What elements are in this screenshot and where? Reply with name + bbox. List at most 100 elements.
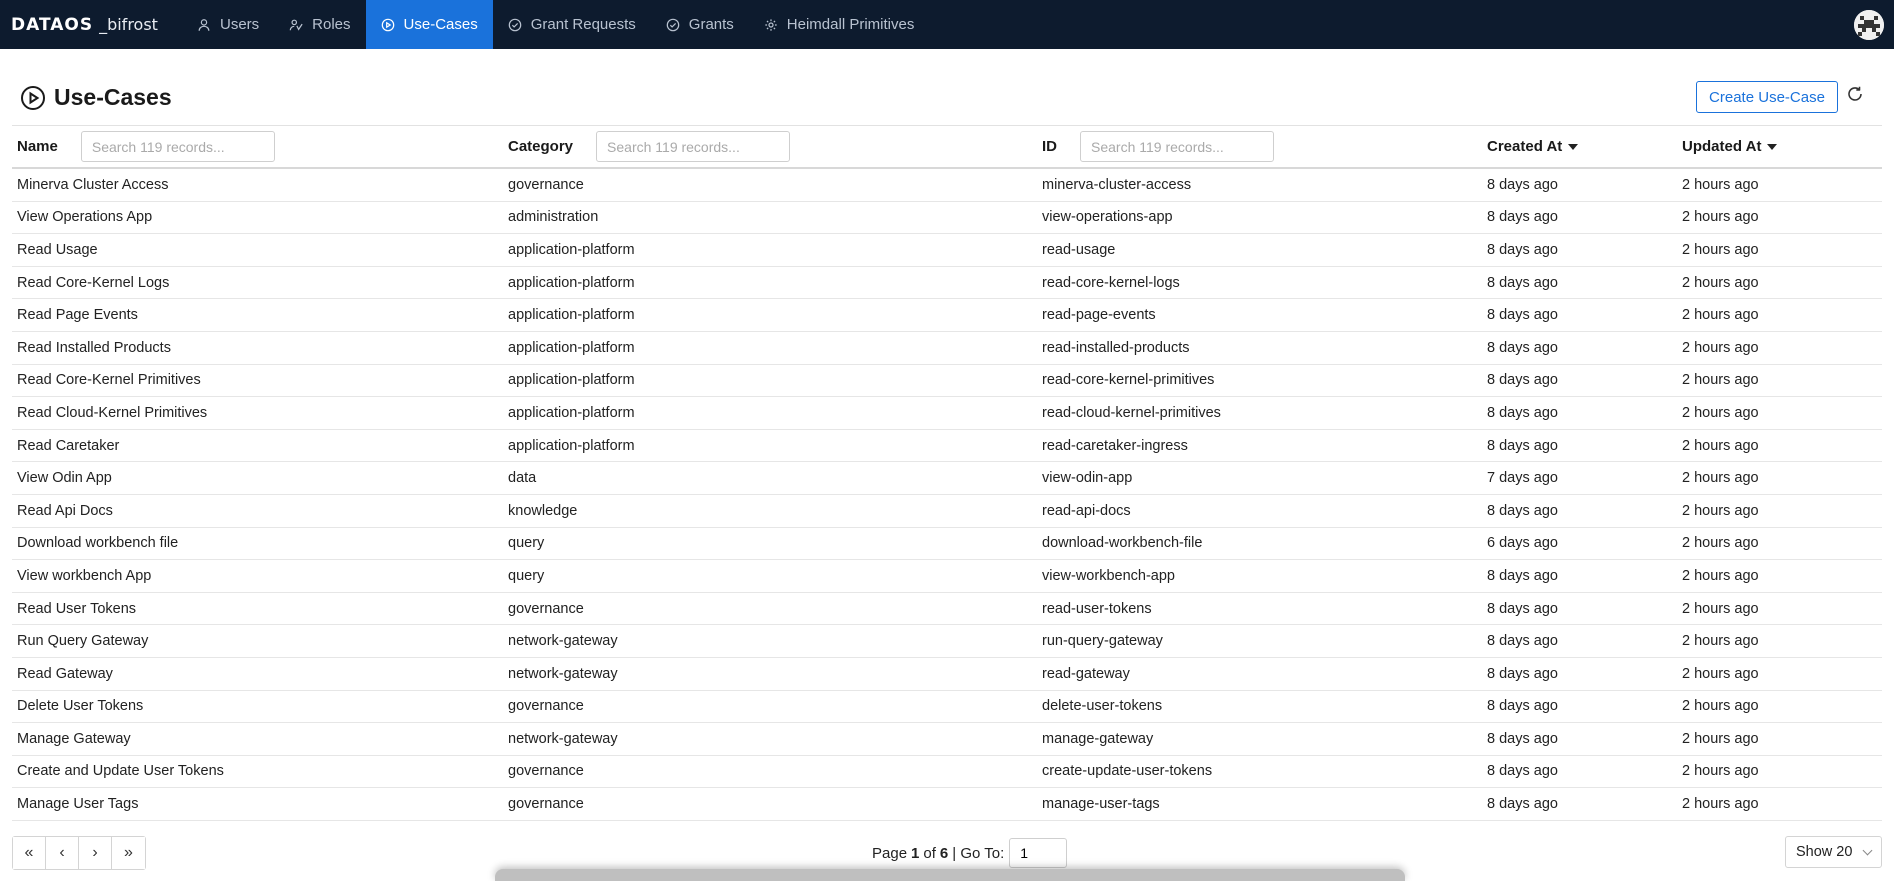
next-page-button[interactable]: › xyxy=(79,837,112,869)
table-row[interactable]: View Odin App data view-odin-app 7 days ago… xyxy=(12,462,1882,495)
table-row[interactable]: Create and Update User Tokens governance c… xyxy=(12,756,1882,789)
cell-name: View workbench App xyxy=(17,567,152,584)
cell-name: Create and Update User Tokens xyxy=(17,763,224,780)
cell-name: Manage Gateway xyxy=(17,730,131,747)
cell-id: view-operations-app xyxy=(1042,209,1173,226)
cell-name: View Odin App xyxy=(17,470,112,487)
cell-category: application-platform xyxy=(508,274,635,291)
cell-created-at: 8 days ago xyxy=(1487,209,1558,226)
table-row[interactable]: Read Cloud-Kernel Primitives application-… xyxy=(12,397,1882,430)
table-row[interactable]: Delete User Tokens governance delete-user-… xyxy=(12,691,1882,724)
cell-category: governance xyxy=(508,600,584,617)
nav-item-label: Heimdall Primitives xyxy=(786,16,915,33)
cell-created-at: 8 days ago xyxy=(1487,339,1558,356)
cell-updated-at: 2 hours ago xyxy=(1682,274,1759,291)
cell-id: minerva-cluster-access xyxy=(1042,176,1192,193)
table-row[interactable]: Read Gateway network-gateway read-gateway 8… xyxy=(12,658,1882,691)
cell-updated-at: 2 hours ago xyxy=(1682,470,1759,487)
cell-id: read-page-events xyxy=(1042,307,1156,324)
table-row[interactable]: View Operations App administration view-op… xyxy=(12,202,1882,235)
refresh-icon[interactable] xyxy=(1846,85,1864,103)
logo-text: DATAOS xyxy=(11,14,94,35)
column-header-name: Name xyxy=(12,131,503,162)
app-logo[interactable]: DATAOS _bifrost xyxy=(0,15,182,35)
cell-id: read-core-kernel-logs xyxy=(1042,274,1180,291)
cell-created-at: 8 days ago xyxy=(1487,698,1558,715)
cell-name: Manage User Tags xyxy=(17,796,139,813)
name-search-input[interactable] xyxy=(80,131,275,162)
cell-created-at: 8 days ago xyxy=(1487,600,1558,617)
table-row[interactable]: Manage User Tags governance manage-user-ta… xyxy=(12,788,1882,821)
table-row[interactable]: Read Caretaker application-platform read-c… xyxy=(12,430,1882,463)
cell-name: Read Cloud-Kernel Primitives xyxy=(17,404,208,421)
cell-created-at: 8 days ago xyxy=(1487,567,1558,584)
previous-page-button[interactable]: ‹ xyxy=(46,837,79,869)
check-circle-icon xyxy=(666,18,680,31)
of-label: of xyxy=(923,844,936,862)
cell-category: query xyxy=(508,535,545,552)
goto-label: | Go To: xyxy=(952,844,1005,862)
user-icon xyxy=(198,18,210,31)
nav-item-use-cases[interactable]: Use-Cases xyxy=(365,0,493,49)
table-footer: « ‹ › » Page 1 of 6 | Go To: Show 20 xyxy=(12,836,1882,870)
create-use-case-button[interactable]: Create Use-Case xyxy=(1696,81,1838,113)
table-row[interactable]: Manage Gateway network-gateway manage-gate… xyxy=(12,723,1882,756)
table-row[interactable]: Read Page Events application-platform read… xyxy=(12,299,1882,332)
table-row[interactable]: View workbench App query view-workbench-ap… xyxy=(12,560,1882,593)
cell-created-at: 6 days ago xyxy=(1487,535,1558,552)
sort-desc-icon xyxy=(1568,144,1579,150)
last-page-button[interactable]: » xyxy=(112,837,145,869)
column-header-created-at[interactable]: Created At xyxy=(1482,138,1677,155)
goto-page-input[interactable] xyxy=(1009,838,1068,868)
column-label: Updated At xyxy=(1682,138,1762,155)
cell-category: governance xyxy=(508,176,584,193)
table-row[interactable]: Read Installed Products application-platf… xyxy=(12,332,1882,365)
nav-item-label: Grant Requests xyxy=(530,16,636,33)
page-title: Use-Cases xyxy=(54,84,172,110)
id-search-input[interactable] xyxy=(1080,131,1274,162)
nav-item-grants[interactable]: Grants xyxy=(651,0,749,49)
table-row[interactable]: Read Core-Kernel Logs application-platfor… xyxy=(12,267,1882,300)
column-header-id: ID xyxy=(1037,131,1482,162)
column-label: Created At xyxy=(1487,138,1563,155)
nav-item-grant-requests[interactable]: Grant Requests xyxy=(493,0,651,49)
cell-id: delete-user-tokens xyxy=(1042,698,1163,715)
cell-category: network-gateway xyxy=(508,633,618,650)
cell-name: Download workbench file xyxy=(17,535,179,552)
cell-id: manage-gateway xyxy=(1042,730,1154,747)
nav-item-roles[interactable]: Roles xyxy=(274,0,365,49)
column-label: ID xyxy=(1042,138,1057,155)
page-size-select[interactable]: Show 20 xyxy=(1785,836,1882,868)
cell-updated-at: 2 hours ago xyxy=(1682,307,1759,324)
first-page-button[interactable]: « xyxy=(13,837,46,869)
cell-name: Read Page Events xyxy=(17,307,138,324)
cell-name: Read Api Docs xyxy=(17,502,113,519)
nav-item-label: Grants xyxy=(688,16,734,33)
table-row[interactable]: Download workbench file query download-wor… xyxy=(12,528,1882,561)
current-page: 1 xyxy=(911,844,920,862)
column-header-updated-at[interactable]: Updated At xyxy=(1677,138,1882,155)
table-row[interactable]: Read Core-Kernel Primitives application-p… xyxy=(12,365,1882,398)
table-row[interactable]: Run Query Gateway network-gateway run-quer… xyxy=(12,625,1882,658)
table-row[interactable]: Minerva Cluster Access governance minerva-… xyxy=(12,169,1882,202)
table-row[interactable]: Read Api Docs knowledge read-api-docs 8 day… xyxy=(12,495,1882,528)
logo-subtext: _bifrost xyxy=(99,14,158,34)
category-search-input[interactable] xyxy=(596,131,791,162)
table-row[interactable]: Read Usage application-platform read-usage… xyxy=(12,234,1882,267)
cell-id: manage-user-tags xyxy=(1042,796,1160,813)
cell-created-at: 8 days ago xyxy=(1487,633,1558,650)
column-label: Name xyxy=(17,138,58,155)
cell-created-at: 7 days ago xyxy=(1487,470,1558,487)
cell-id: view-workbench-app xyxy=(1042,567,1175,584)
cell-id: read-caretaker-ingress xyxy=(1042,437,1188,454)
cell-updated-at: 2 hours ago xyxy=(1682,730,1759,747)
nav-item-users[interactable]: Users xyxy=(182,0,274,49)
column-header-category: Category xyxy=(503,131,1037,162)
cell-id: create-update-user-tokens xyxy=(1042,763,1213,780)
table-header: Name Category ID Created At Updated At xyxy=(12,125,1882,169)
avatar[interactable] xyxy=(1854,10,1884,40)
cell-category: network-gateway xyxy=(508,665,618,682)
cell-category: governance xyxy=(508,698,584,715)
table-row[interactable]: Read User Tokens governance read-user-toke… xyxy=(12,593,1882,626)
nav-item-heimdall-primitives[interactable]: Heimdall Primitives xyxy=(749,0,930,49)
